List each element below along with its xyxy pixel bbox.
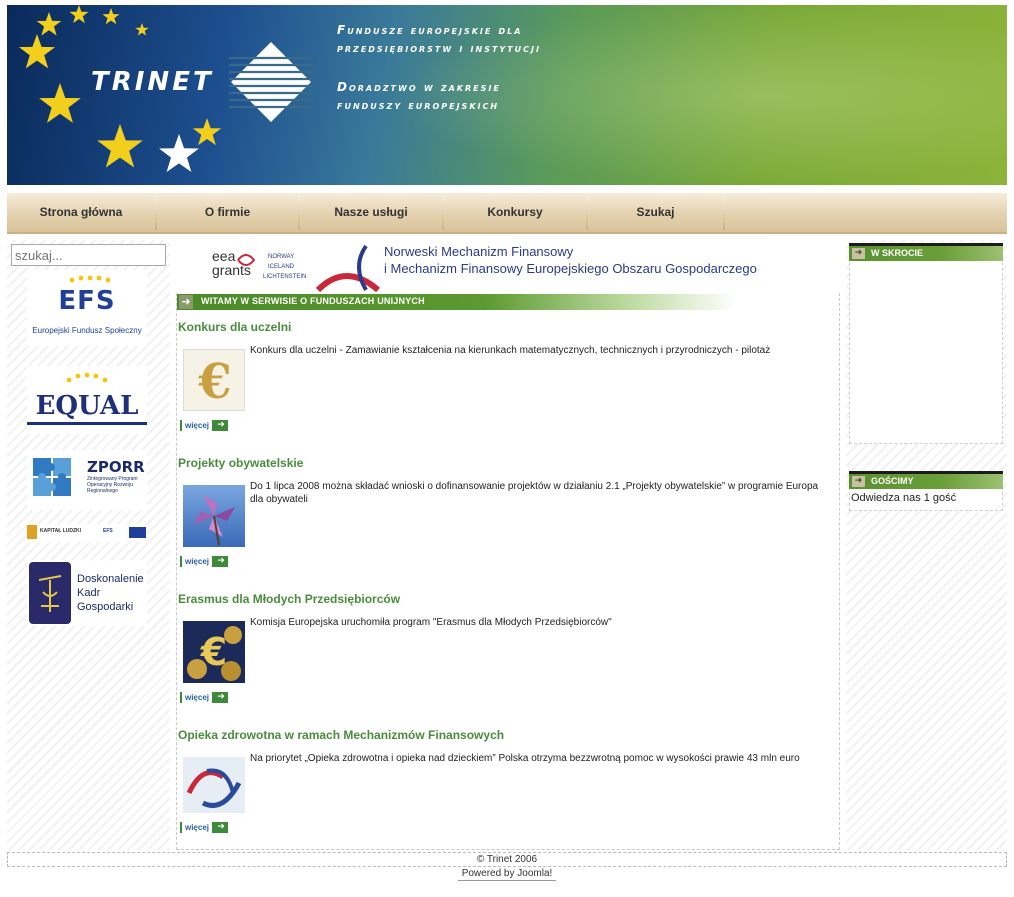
eea-rings-image	[183, 757, 245, 813]
article-summary: Komisja Europejska uruchomiła program "E…	[250, 617, 612, 628]
nav-item-search[interactable]: Szukaj	[588, 193, 723, 232]
arrow-right-icon: ➜	[217, 692, 225, 702]
arrow-right-icon: ➜	[217, 822, 225, 832]
eea-grants-banner[interactable]: eea grants NORWAY ICELAND LICHTENSTEIN N…	[176, 240, 841, 292]
efs-title: EFS	[58, 286, 116, 316]
article-summary: Na priorytet „Opieka zdrowotna i opieka …	[250, 753, 800, 764]
search-input[interactable]	[11, 244, 166, 266]
efs-banner[interactable]: EFS Europejski Fundusz Społeczny	[27, 270, 147, 346]
logo-text: TRINET	[91, 67, 214, 97]
footer: © Trinet 2006	[7, 852, 1007, 867]
read-more-button[interactable]: więcej ➜	[180, 692, 228, 703]
nav-item-home[interactable]: Strona główna	[7, 193, 155, 232]
article-title[interactable]: Konkurs dla uczelni	[178, 320, 291, 334]
read-more-label: więcej	[182, 822, 212, 833]
read-more-label: więcej	[182, 420, 212, 431]
article-title[interactable]: Projekty obywatelskie	[178, 456, 303, 470]
nav-item-contests[interactable]: Konkursy	[444, 193, 586, 232]
w-skrocie-header: ➜ W SKROCIE	[849, 243, 1003, 261]
goscimy-header: ➜ GOŚCIMY	[849, 471, 1003, 489]
dkg-line-1: Doskonalenie	[77, 573, 144, 585]
dkg-line-2: Kadr	[77, 587, 101, 599]
read-more-label: więcej	[182, 692, 212, 703]
powered-by-link[interactable]: Powered by Joomla!	[458, 867, 556, 881]
zporr-banner[interactable]: ZPORR Zintegrowany Program Operacyjny Ro…	[27, 450, 147, 510]
kapital-ludzki-banner[interactable]: KAPITAŁ LUDZKI EFS	[27, 524, 147, 542]
svg-text:€: €	[197, 354, 231, 410]
efs-subtitle: Europejski Fundusz Społeczny	[32, 326, 142, 335]
eea-title-2: i Mechanizm Finansowy Europejskiego Obsz…	[384, 261, 757, 276]
dkg-line-3: Gospodarki	[77, 601, 134, 613]
eea-arc-graphic	[316, 244, 380, 292]
arrow-right-icon: ➜	[852, 476, 865, 487]
arrow-right-icon: ➜	[217, 420, 225, 430]
read-more-button[interactable]: więcej ➜	[180, 420, 228, 431]
header-banner: TRINET Fundusze europejskie dla przedsię…	[7, 5, 1007, 185]
w-skrocie-title: W SKROCIE	[871, 248, 924, 258]
logo-diamond-icon	[229, 42, 313, 122]
nav-item-about[interactable]: O firmie	[157, 193, 298, 232]
euro-sign-image: €	[183, 349, 245, 411]
dkg-banner[interactable]: Doskonalenie Kadr Gospodarki	[27, 560, 147, 626]
pinwheel-image	[183, 485, 245, 547]
read-more-label: więcej	[182, 556, 212, 567]
nav-item-services[interactable]: Nasze usługi	[300, 193, 442, 232]
equal-stars-icon	[66, 372, 108, 383]
main-nav: Strona główna O firmie Nasze usługi Konk…	[7, 193, 1007, 234]
eea-country-2: ICELAND	[268, 264, 295, 270]
article-title[interactable]: Opieka zdrowotna w ramach Mechanizmów Fi…	[178, 728, 504, 742]
eea-country-1: NORWAY	[268, 254, 295, 260]
goscimy-title: GOŚCIMY	[871, 476, 914, 486]
arrow-right-icon: ➜	[217, 556, 225, 566]
eea-title-1: Norweski Mechanizm Finansowy	[384, 244, 574, 259]
dkg-figure-icon	[29, 562, 71, 624]
zporr-subtitle: Zintegrowany Program Operacyjny Rozwoju …	[87, 476, 138, 494]
euro-coins-image: €	[183, 621, 245, 683]
zporr-puzzle-icon	[33, 458, 71, 496]
arrow-right-icon: ➜	[852, 248, 865, 259]
read-more-button[interactable]: więcej ➜	[180, 822, 228, 833]
tagline-1a: Fundusze europejskie dla	[337, 23, 523, 37]
copyright-text: © Trinet 2006	[476, 854, 538, 865]
tagline-2b: funduszy europejskich	[337, 98, 500, 112]
welcome-title: WITAMY W SERWISIE O FUNDUSZACH UNIJNYCH	[201, 296, 425, 306]
article-summary: Konkurs dla uczelni - Zamawianie kształc…	[250, 345, 771, 356]
welcome-header: ➜ WITAMY W SERWISIE O FUNDUSZACH UNIJNYC…	[177, 294, 737, 310]
equal-banner[interactable]: EQUAL	[27, 366, 147, 434]
tagline-2a: Doradztwo w zakresie	[337, 80, 501, 94]
read-more-button[interactable]: więcej ➜	[180, 556, 228, 567]
article-title[interactable]: Erasmus dla Młodych Przedsiębiorców	[178, 592, 400, 606]
arrow-right-icon: ➜	[179, 295, 193, 309]
equal-title: EQUAL	[27, 390, 147, 425]
visitors-count-text: Odwiedza nas 1 gość	[851, 492, 957, 504]
tagline-1b: przedsiębiorstw i instytucji	[337, 41, 542, 55]
w-skrocie-module	[849, 243, 1003, 444]
eu-flag-icon	[129, 527, 146, 538]
eea-country-3: LICHTENSTEIN	[263, 274, 307, 280]
kl-label: KAPITAŁ LUDZKI	[40, 528, 82, 534]
nav-divider	[723, 196, 725, 230]
kl-efs-label: EFS	[103, 528, 113, 534]
welcome-panel	[176, 293, 840, 850]
svg-text:€: €	[200, 630, 227, 674]
eea-swirl-icon	[237, 254, 256, 266]
article-summary: Do 1 lipca 2008 można składać wnioski o …	[250, 481, 819, 505]
zporr-title: ZPORR	[87, 458, 145, 476]
kl-logo-icon	[27, 525, 37, 539]
